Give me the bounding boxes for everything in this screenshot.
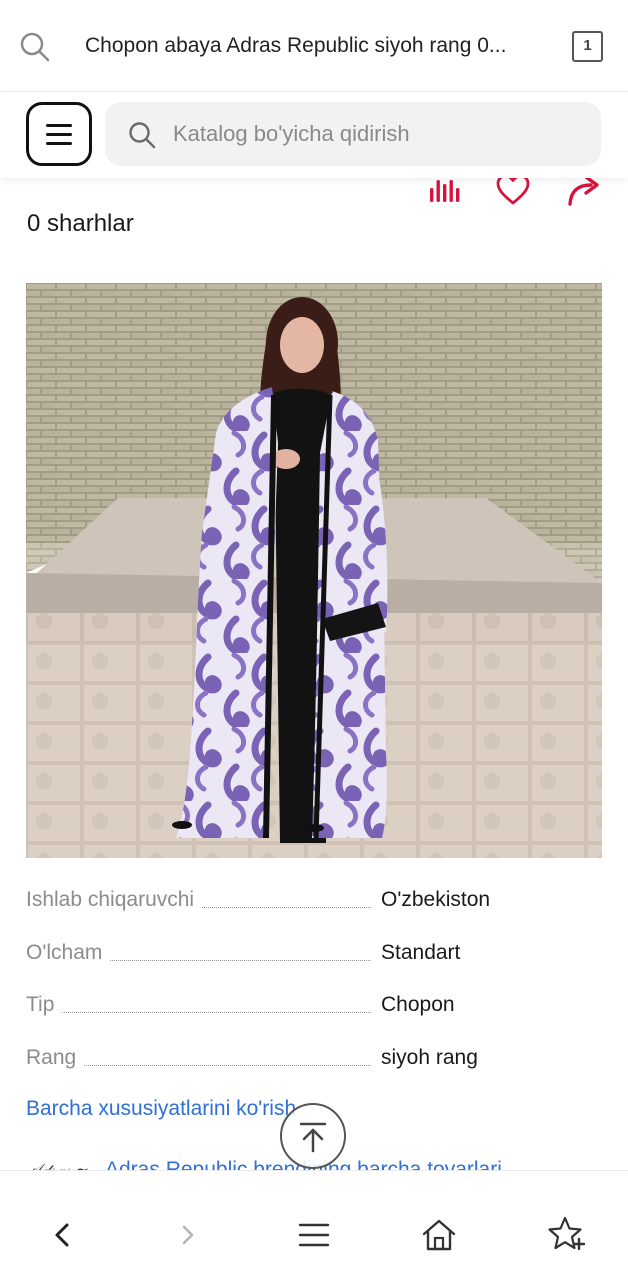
site-header [0,92,628,178]
menu-icon[interactable] [292,1213,336,1257]
spec-value: Standart [381,940,461,964]
spec-key: Ishlab chiqaruvchi [26,888,203,912]
spec-value: Chopon [381,993,455,1016]
arrow-up-icon [299,1122,327,1153]
catalog-search-input[interactable] [173,116,583,152]
product-image [26,283,602,858]
home-icon[interactable] [417,1213,461,1257]
spec-value: O'zbekiston [381,888,491,911]
product-actions [0,172,628,212]
spec-key: O'lcham [26,940,111,965]
url-text[interactable]: Chopon abaya Adras Republic siyoh rang 0… [85,34,535,58]
hamburger-line [46,141,72,145]
hamburger-menu-button[interactable] [26,102,92,166]
spec-row: Rang siyoh rang [26,1038,602,1091]
spec-row: Tip Chopon [26,985,602,1038]
dotted-leader [26,1012,371,1013]
forward-arrow-icon[interactable] [166,1213,210,1257]
spec-key: Tip [26,993,63,1017]
tab-count-button[interactable]: 1 [572,31,603,62]
spec-key: Rang [26,1045,85,1070]
spec-value: siyoh rang [381,1045,478,1069]
spec-row: O'lcham Standart [26,933,602,986]
reviews-count[interactable]: 0 sharhlar [27,210,134,238]
scroll-to-top-button[interactable] [280,1103,346,1169]
browser-address-bar: Chopon abaya Adras Republic siyoh rang 0… [0,0,628,92]
search-icon[interactable] [18,30,52,64]
product-photo[interactable] [26,283,602,858]
browser-bottom-nav [0,1170,628,1280]
star-add-icon[interactable] [543,1213,587,1257]
hamburger-line [46,132,72,136]
spec-row: Ishlab chiqaruvchi O'zbekiston [26,880,602,933]
product-specs: Ishlab chiqaruvchi O'zbekiston O'lcham S… [26,880,602,1090]
hamburger-line [46,123,72,127]
search-icon [129,122,156,149]
catalog-search-box[interactable] [105,102,601,166]
back-arrow-icon[interactable] [41,1213,85,1257]
all-specs-link[interactable]: Barcha xususiyatlarini ko'rish [26,1097,296,1121]
